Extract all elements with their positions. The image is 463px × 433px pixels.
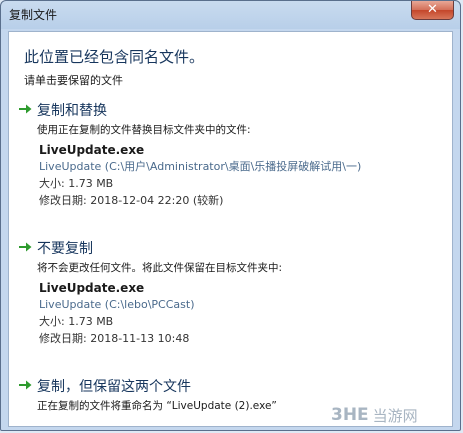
file-name: LiveUpdate.exe <box>39 281 145 295</box>
watermark-logo: 3HE <box>331 405 369 425</box>
green-arrow-icon <box>19 104 32 114</box>
file-info: LiveUpdate.exe LiveUpdate (C:\用户\Adminis… <box>39 142 361 209</box>
option-title: 复制，但保留这两个文件 <box>37 379 191 395</box>
option-copy-and-replace[interactable]: 复制和替换 使用正在复制的文件替换目标文件夹中的文件: LiveUpdate.e… <box>17 100 447 215</box>
dialog-heading: 此位置已经包含同名文件。 <box>24 48 205 66</box>
window-title: 复制文件 <box>9 8 58 22</box>
option-title: 复制和替换 <box>37 103 107 119</box>
close-icon: ✕ <box>427 2 438 17</box>
copy-file-dialog: 复制文件 ✕ 此位置已经包含同名文件。 请单击要保留的文件 复制和替换 使用正在… <box>0 0 461 431</box>
watermark-text: 当游网 <box>372 406 418 425</box>
file-modified: 修改日期: 2018-11-13 10:48 <box>39 332 190 345</box>
option-title: 不要复制 <box>37 241 93 257</box>
watermark: 3HE 当游网 <box>331 403 418 427</box>
file-name: LiveUpdate.exe <box>39 143 145 157</box>
green-arrow-icon <box>19 242 32 252</box>
dialog-subheading: 请单击要保留的文件 <box>24 74 123 87</box>
file-info: LiveUpdate.exe LiveUpdate (C:\lebo\PCCas… <box>39 280 195 347</box>
dialog-content: 此位置已经包含同名文件。 请单击要保留的文件 复制和替换 使用正在复制的文件替换… <box>8 31 453 427</box>
green-arrow-icon <box>19 380 32 390</box>
file-size: 大小: 1.73 MB <box>39 315 114 328</box>
title-bar[interactable]: 复制文件 ✕ <box>1 1 460 29</box>
close-button[interactable]: ✕ <box>411 1 454 20</box>
option-description: 使用正在复制的文件替换目标文件夹中的文件: <box>37 124 251 136</box>
option-description: 将不会更改任何文件。将此文件保留在目标文件夹中: <box>37 262 283 274</box>
file-path: LiveUpdate (C:\用户\Administrator\桌面\乐播投屏破… <box>39 160 362 173</box>
option-description: 正在复制的文件将重命名为 “LiveUpdate (2).exe” <box>37 400 277 412</box>
file-size: 大小: 1.73 MB <box>39 177 114 190</box>
option-dont-copy[interactable]: 不要复制 将不会更改任何文件。将此文件保留在目标文件夹中: LiveUpdate… <box>17 238 447 353</box>
file-modified: 修改日期: 2018-12-04 22:20 (较新) <box>39 194 224 207</box>
file-path: LiveUpdate (C:\lebo\PCCast) <box>39 298 195 311</box>
